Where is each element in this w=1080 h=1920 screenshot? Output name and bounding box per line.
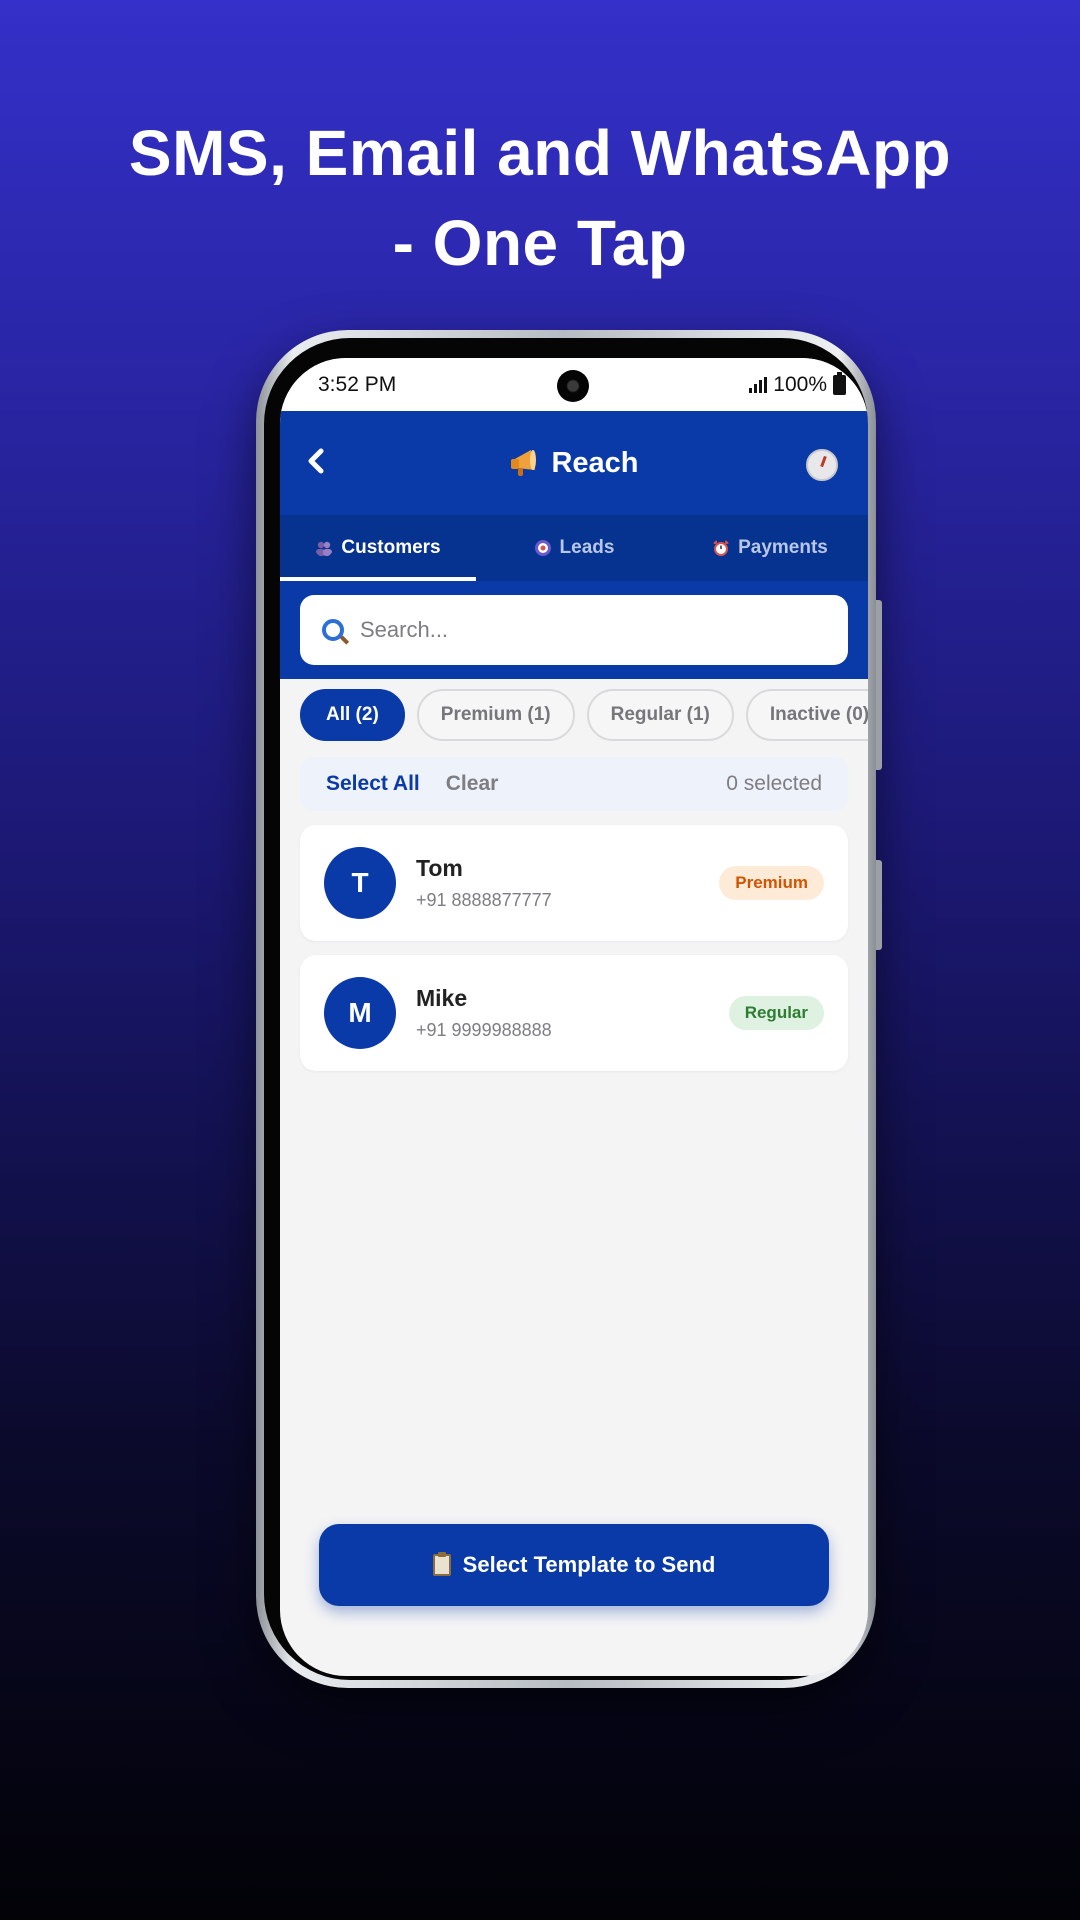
tab-leads-label: Leads — [559, 537, 615, 558]
volume-button — [876, 600, 882, 770]
tab-customers[interactable]: Customers — [280, 515, 476, 581]
avatar: T — [324, 847, 396, 919]
customer-card-mike[interactable]: M Mike +91 9999988888 Regular — [300, 955, 848, 1071]
phone-bezel: 3:52 PM 100% Reach Customers Leads Payme… — [264, 338, 868, 1680]
search-input[interactable] — [360, 617, 800, 643]
front-camera — [557, 370, 589, 402]
select-template-label: Select Template to Send — [462, 1552, 716, 1577]
tab-leads[interactable]: Leads — [476, 515, 672, 581]
search-icon — [322, 619, 344, 641]
avatar: M — [324, 977, 396, 1049]
tab-bar: Customers Leads Payments — [280, 515, 868, 581]
app-bar: Reach — [280, 411, 868, 515]
customer-name: Mike — [416, 985, 468, 1011]
filter-inactive[interactable]: Inactive (0) — [745, 689, 868, 741]
selected-count: 0 selected — [726, 772, 822, 795]
customer-phone: +91 8888877777 — [416, 890, 552, 910]
phone-screen: 3:52 PM 100% Reach Customers Leads Payme… — [280, 358, 868, 1676]
battery-percent: 100% — [773, 372, 827, 396]
customer-list: T Tom +91 8888877777 Premium M Mike +91 … — [280, 811, 868, 1071]
select-all-button[interactable]: Select All — [326, 772, 420, 796]
tier-badge-regular: Regular — [728, 996, 824, 1030]
status-right: 100% — [749, 371, 846, 397]
history-button[interactable] — [806, 449, 838, 481]
filter-premium[interactable]: Premium (1) — [416, 689, 575, 741]
search-box[interactable] — [300, 595, 848, 665]
status-bar: 3:52 PM 100% — [280, 358, 868, 411]
phone-frame: 3:52 PM 100% Reach Customers Leads Payme… — [256, 330, 882, 1688]
search-container — [280, 581, 868, 679]
customer-info: Mike +91 9999988888 — [416, 985, 552, 1041]
filter-chips: All (2) Premium (1) Regular (1) Inactive… — [280, 679, 868, 751]
clear-button[interactable]: Clear — [446, 772, 499, 796]
alarm-clock-icon — [713, 540, 730, 556]
filter-all[interactable]: All (2) — [300, 689, 405, 741]
app-title: Reach — [509, 446, 639, 480]
clipboard-icon — [432, 1552, 451, 1576]
power-button — [876, 860, 882, 950]
selection-bar: Select All Clear 0 selected — [300, 757, 848, 811]
battery-icon — [833, 371, 846, 395]
back-button[interactable] — [304, 447, 334, 477]
target-icon — [534, 540, 551, 556]
customer-phone: +91 9999988888 — [416, 1020, 552, 1040]
tab-payments[interactable]: Payments — [672, 515, 868, 581]
chevron-left-icon — [308, 448, 324, 474]
filter-regular[interactable]: Regular (1) — [586, 689, 734, 741]
app-title-text: Reach — [551, 446, 639, 479]
megaphone-icon — [511, 450, 537, 476]
people-icon — [316, 541, 333, 556]
customer-name: Tom — [416, 855, 463, 881]
tab-payments-label: Payments — [738, 537, 828, 558]
customer-card-tom[interactable]: T Tom +91 8888877777 Premium — [300, 825, 848, 941]
signal-icon — [749, 376, 768, 393]
status-time: 3:52 PM — [318, 372, 397, 396]
headline-line-1: SMS, Email and WhatsApp — [128, 117, 952, 189]
tier-badge-premium: Premium — [719, 866, 824, 900]
promo-headline: SMS, Email and WhatsApp - One Tap — [0, 108, 1080, 288]
select-template-button[interactable]: Select Template to Send — [319, 1524, 829, 1606]
headline-line-2: - One Tap — [392, 207, 688, 279]
customer-info: Tom +91 8888877777 — [416, 855, 552, 911]
tab-customers-label: Customers — [341, 537, 441, 558]
